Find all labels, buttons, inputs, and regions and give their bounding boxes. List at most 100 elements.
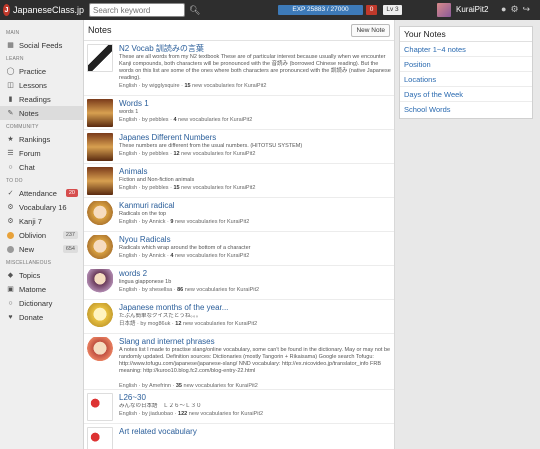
note-title[interactable]: Words 1 (119, 99, 391, 109)
level-badge: Lv 3 (383, 5, 402, 15)
logout-icon[interactable]: ↪ (523, 4, 531, 15)
note-item[interactable]: Words 1 words 1 English · by pebbles · 4… (84, 96, 394, 130)
note-meta: English · by pebbles · 12 new vocabulari… (119, 151, 256, 157)
note-item[interactable]: Japanes Different Numbers These numbers … (84, 130, 394, 164)
sidebar-heading-learn: LEARN (6, 56, 24, 62)
sidebar-heading-misc: MISCELLANEOUS (6, 260, 52, 266)
kanji-icon: ⚙ (7, 218, 14, 225)
sidebar-item-vocabulary[interactable]: ⚙ Vocabulary 16 (0, 200, 83, 214)
your-note-link[interactable]: School Words (400, 102, 532, 117)
sidebar-item-readings[interactable]: ▮ Readings (0, 92, 83, 106)
sidebar-item-label: Attendance (19, 188, 57, 198)
sidebar-item-social-feeds[interactable]: ▦ Social Feeds (0, 38, 83, 52)
sidebar-item-lessons[interactable]: ◫ Lessons (0, 78, 83, 92)
sidebar-item-label: New (19, 244, 35, 254)
note-author[interactable]: pebbles (149, 151, 168, 157)
note-language: English (119, 253, 138, 259)
sidebar-item-oblivion[interactable]: Oblivion 237 (0, 228, 83, 242)
sidebar-item-new[interactable]: New 654 (0, 242, 83, 256)
note-item[interactable]: Animals Fiction and Non-fiction animals … (84, 164, 394, 198)
note-title[interactable]: Nyou Radicals (119, 235, 391, 245)
new-note-button[interactable]: New Note (351, 23, 390, 37)
note-author[interactable]: Amefrinn (149, 383, 171, 389)
note-meta: English · by wigglysquire · 15 new vocab… (119, 83, 267, 89)
note-title[interactable]: Japanese months of the year... (119, 303, 391, 313)
note-author[interactable]: jiaduobao (149, 411, 173, 417)
note-count: 86 (177, 287, 184, 293)
note-title[interactable]: Slang and internet phrases (119, 337, 391, 347)
note-item[interactable]: Kanmuri radical Radicals on the top Engl… (84, 198, 394, 232)
notes-main: Notes New Note N2 Vocab 訓読みの言葉 These are… (84, 20, 395, 449)
note-author[interactable]: pebbles (149, 117, 168, 123)
sidebar-item-chat[interactable]: ○ Chat (0, 160, 83, 174)
notification-badge[interactable]: 0 (366, 5, 377, 15)
sidebar-item-attendance[interactable]: ✓ Attendance 20 (0, 186, 83, 200)
sidebar-item-label: Forum (19, 148, 41, 158)
note-title[interactable]: L26~30 (119, 393, 391, 403)
note-title[interactable]: Art related vocabulary (119, 427, 391, 437)
note-language: English (119, 185, 138, 191)
sidebar-item-donate[interactable]: ♥ Donate (0, 310, 83, 324)
site-logo[interactable]: J JapaneseClass.jp (3, 4, 84, 16)
note-item[interactable]: N2 Vocab 訓読みの言葉 These are all words from… (84, 41, 394, 96)
note-item[interactable]: L26~30 みんなの日本語 Ｌ２６～Ｌ３０ English · by jiad… (84, 390, 394, 424)
note-thumbnail (87, 337, 113, 365)
profile-icon[interactable]: ● (501, 4, 506, 15)
note-title[interactable]: N2 Vocab 訓読みの言葉 (119, 44, 391, 54)
sidebar-item-label: Oblivion (19, 230, 47, 240)
note-meta: English · by Amefrinn · 35 new vocabular… (119, 383, 258, 389)
note-description: たぶん簡単なクイズだとうね。。。 (119, 313, 202, 319)
note-item[interactable]: Nyou Radicals Radicals which wrap around… (84, 232, 394, 266)
sidebar-item-rankings[interactable]: ★ Rankings (0, 132, 83, 146)
username-link[interactable]: KuraiPit2 (456, 5, 488, 14)
note-author[interactable]: pebbles (149, 185, 168, 191)
note-count-suffix: new vocabularies for KuraiPit2 (184, 287, 260, 293)
note-count-suffix: new vocabularies for KuraiPit2 (174, 253, 250, 259)
sidebar-item-kanji[interactable]: ⚙ Kanji 7 (0, 214, 83, 228)
note-title[interactable]: Animals (119, 167, 391, 177)
search-input[interactable] (89, 3, 185, 17)
note-item[interactable]: Art related vocabulary (84, 424, 394, 449)
book-icon: ▮ (8, 96, 13, 103)
note-title[interactable]: Kanmuri radical (119, 201, 391, 211)
oblivion-count: 237 (62, 231, 78, 239)
note-description: Fiction and Non-fiction animals (119, 177, 195, 183)
your-note-link[interactable]: Locations (400, 72, 532, 87)
user-avatar[interactable] (437, 3, 451, 17)
sidebar-item-notes[interactable]: ✎ Notes (0, 106, 83, 120)
your-note-link[interactable]: Chapter 1~4 notes (400, 42, 532, 57)
note-count: 4 (170, 253, 174, 259)
your-note-link[interactable]: Days of the Week (400, 87, 532, 102)
note-item[interactable]: Slang and internet phrases A notes list … (84, 334, 394, 390)
note-author[interactable]: Annick (149, 253, 166, 259)
sidebar-item-dictionary[interactable]: ○ Dictionary (0, 296, 83, 310)
gear-icon[interactable]: ⚙ (510, 4, 518, 15)
note-title[interactable]: words 2 (119, 269, 391, 279)
your-note-link[interactable]: Position (400, 57, 532, 72)
sidebar-item-matome[interactable]: ▣ Matome (0, 282, 83, 296)
sidebar-item-practice[interactable]: ◯ Practice (0, 64, 83, 78)
note-thumbnail (87, 269, 113, 297)
sidebar-item-label: Vocabulary 16 (19, 202, 67, 212)
search-icon[interactable]: 🔍︎ (189, 5, 200, 16)
note-language: English (119, 383, 138, 389)
note-item[interactable]: Japanese months of the year... たぶん簡単なクイズ… (84, 300, 394, 334)
note-thumbnail (87, 167, 113, 195)
sidebar-item-forum[interactable]: ☰ Forum (0, 146, 83, 160)
vocabulary-icon: ⚙ (7, 204, 14, 211)
note-title[interactable]: Japanes Different Numbers (119, 133, 391, 143)
note-author[interactable]: shesellsa (149, 287, 172, 293)
note-author[interactable]: Annick (149, 219, 166, 225)
sidebar-item-topics[interactable]: ◆ Topics (0, 268, 83, 282)
sidebar-item-label: Dictionary (19, 298, 53, 308)
note-item[interactable]: words 2 lingua giapponese 1b English · b… (84, 266, 394, 300)
note-thumbnail (87, 303, 113, 331)
note-author[interactable]: wigglysquire (149, 83, 179, 89)
note-author[interactable]: mog86uk (148, 321, 171, 327)
note-count-suffix: new vocabularies for KuraiPit2 (183, 383, 258, 389)
note-count-suffix: new vocabularies for KuraiPit2 (182, 321, 258, 327)
note-language: English (119, 287, 138, 293)
note-thumbnail (87, 99, 113, 127)
note-count: 15 (173, 185, 180, 191)
top-navbar: J JapaneseClass.jp 🔍︎ EXP 25883 / 27000 … (0, 0, 540, 20)
